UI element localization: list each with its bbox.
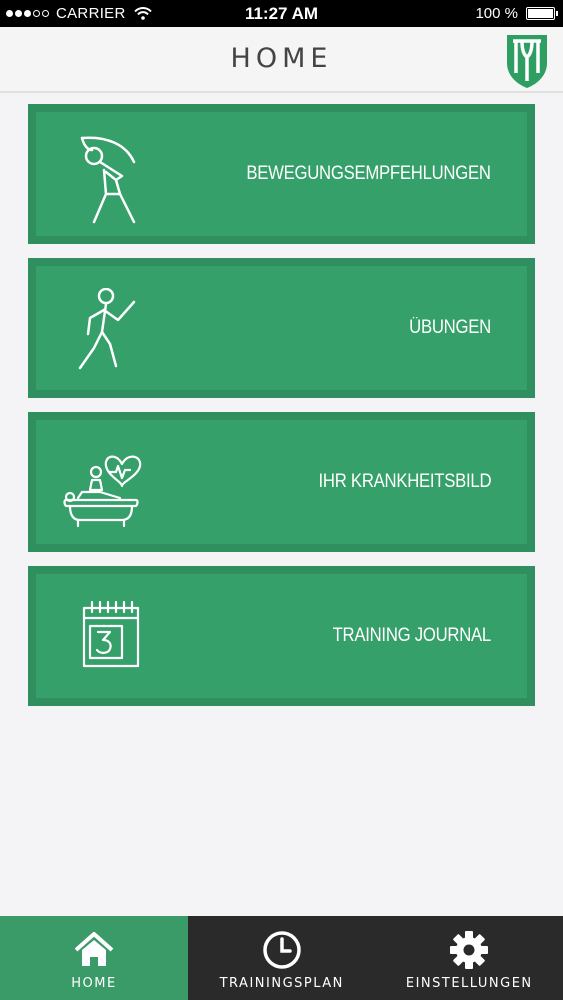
card-body: BEWEGUNGSEMPFEHLUNGEN [36, 112, 527, 236]
tab-label: EINSTELLUNGEN [405, 976, 533, 991]
menu-card-bewegungsempfehlungen[interactable]: BEWEGUNGSEMPFEHLUNGEN [28, 104, 535, 244]
page-title: HOME [230, 43, 333, 74]
card-label: ÜBUNGEN [409, 317, 491, 338]
menu-card-training-journal[interactable]: TRAINING JOURNAL [28, 566, 535, 706]
home-icon [74, 932, 114, 966]
tab-label: HOME [71, 976, 117, 991]
menu-card-uebungen[interactable]: ÜBUNGEN [28, 258, 535, 398]
card-body: ÜBUNGEN [36, 266, 527, 390]
patient-heart-icon [63, 455, 142, 528]
card-label: BEWEGUNGSEMPFEHLUNGEN [246, 163, 492, 184]
tab-home[interactable]: HOME [0, 916, 188, 1000]
card-label: TRAINING JOURNAL [332, 625, 492, 646]
tab-bar: HOME TRAININGSPLAN EINSTELLUNGEN [0, 916, 563, 1000]
gear-icon [450, 931, 489, 969]
card-body: IHR KRANKHEITSBILD [36, 420, 527, 544]
battery-icon [526, 7, 558, 20]
home-menu: BEWEGUNGSEMPFEHLUNGEN ÜBUNGEN IHR KRANKH… [28, 104, 535, 720]
calendar-icon [82, 600, 140, 668]
card-body: TRAINING JOURNAL [36, 574, 527, 698]
menu-card-krankheitsbild[interactable]: IHR KRANKHEITSBILD [28, 412, 535, 552]
exercising-person-icon [78, 288, 136, 370]
stretching-person-icon [80, 136, 136, 224]
battery-status: 100 % [475, 5, 558, 22]
clock-icon [263, 931, 301, 969]
app-header: HOME [0, 27, 563, 93]
tab-label: TRAININGSPLAN [219, 976, 344, 991]
tab-trainingsplan[interactable]: TRAININGSPLAN [188, 916, 376, 1000]
university-shield-logo [507, 35, 547, 88]
card-label: IHR KRANKHEITSBILD [318, 471, 491, 492]
status-bar: CARRIER 11:27 AM 100 % [0, 0, 563, 27]
battery-percent: 100 % [475, 5, 518, 22]
tab-einstellungen[interactable]: EINSTELLUNGEN [376, 916, 563, 1000]
